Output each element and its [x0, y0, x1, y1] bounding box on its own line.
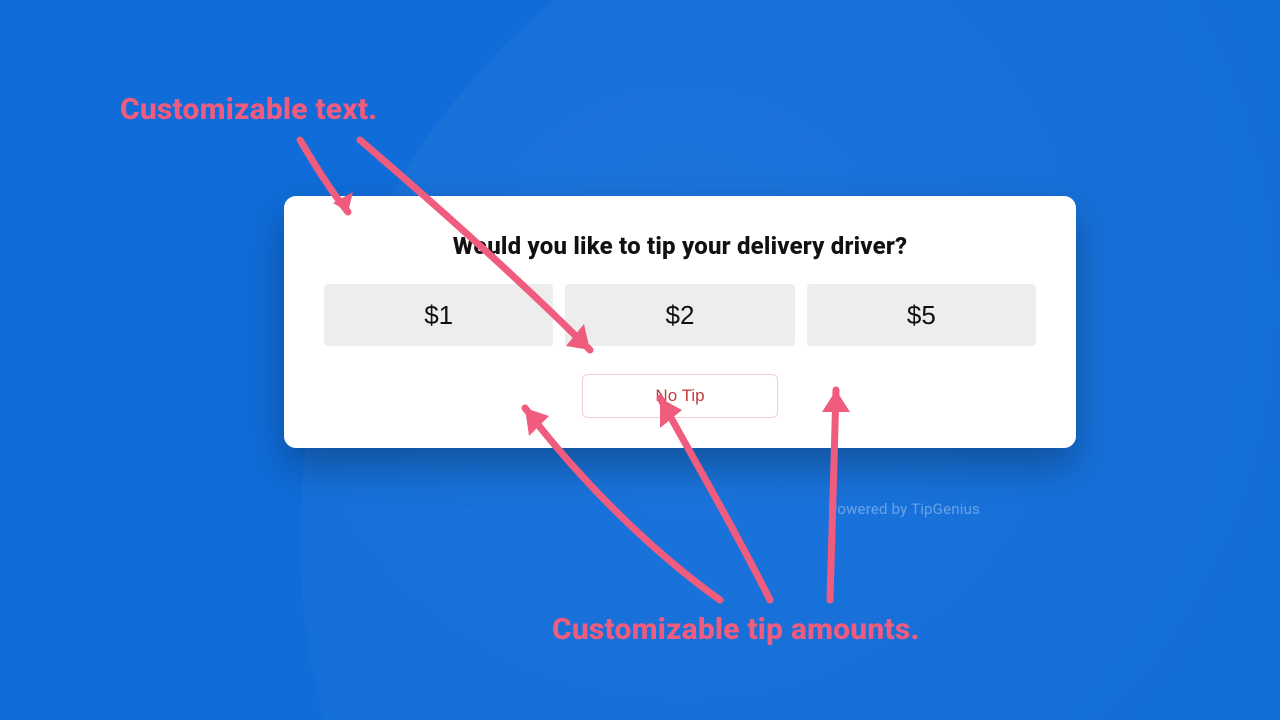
tip-card: Would you like to tip your delivery driv…: [284, 196, 1076, 448]
tip-option-1[interactable]: $1: [324, 284, 553, 346]
tip-option-2[interactable]: $2: [565, 284, 794, 346]
tip-option-3[interactable]: $5: [807, 284, 1036, 346]
powered-by-label: Powered by TipGenius: [828, 500, 980, 518]
annotation-customizable-amounts: Customizable tip amounts.: [552, 612, 920, 647]
promo-stage: Customizable text. Would you like to tip…: [0, 0, 1280, 720]
no-tip-button[interactable]: No Tip: [582, 374, 778, 418]
annotation-customizable-text: Customizable text.: [120, 92, 377, 127]
tip-card-title: Would you like to tip your delivery driv…: [324, 232, 1036, 260]
tip-options-row: $1 $2 $5: [324, 284, 1036, 346]
no-tip-row: No Tip: [324, 374, 1036, 418]
